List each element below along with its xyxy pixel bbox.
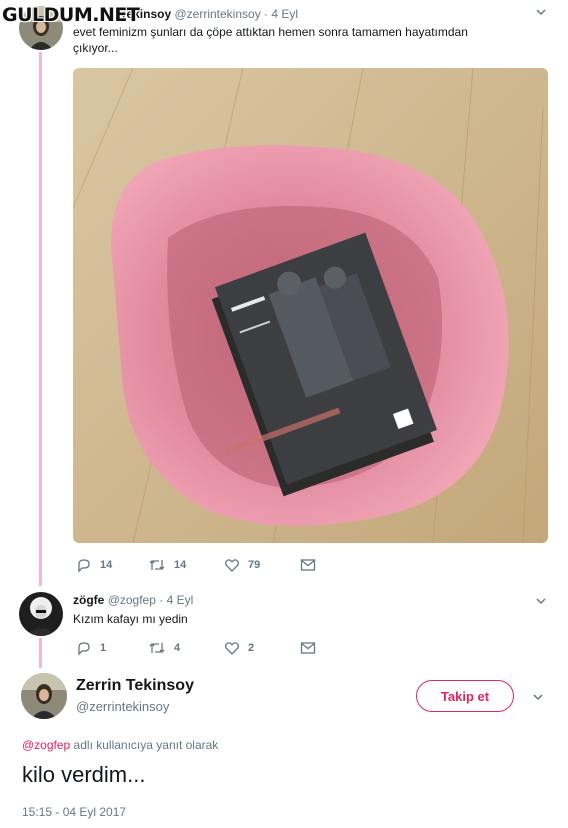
author-handle[interactable]: @zerrintekinsoy xyxy=(174,7,260,21)
tweet-header: Tekinsoy @zerrintekinsoy · 4 Eyl xyxy=(120,7,298,21)
like-button[interactable]: 2 xyxy=(224,640,300,656)
message-button[interactable] xyxy=(300,558,316,572)
tweet-text: kilo verdim... xyxy=(22,762,146,787)
avatar[interactable] xyxy=(21,673,67,719)
like-count: 79 xyxy=(248,559,261,571)
reply-count: 14 xyxy=(100,559,113,571)
retweet-icon xyxy=(149,560,165,570)
heart-icon xyxy=(224,559,240,572)
tweet-timestamp[interactable]: 15:15 - 04 Eyl 2017 xyxy=(22,805,126,819)
tweet-text-line: çıkıyor... xyxy=(73,41,118,55)
tweet-header: zögfe @zogfep · 4 Eyl xyxy=(73,593,193,607)
envelope-icon xyxy=(300,559,316,571)
message-button[interactable] xyxy=(300,641,316,655)
chevron-down-icon[interactable] xyxy=(535,594,547,610)
heart-icon xyxy=(224,642,240,655)
tweet-text: Kızım kafayı mı yedin xyxy=(73,612,188,626)
retweet-button[interactable]: 4 xyxy=(148,640,224,656)
meta-separator: · xyxy=(159,593,164,607)
author-handle[interactable]: @zogfep xyxy=(108,593,156,607)
reply-count: 1 xyxy=(100,642,107,654)
thread-line xyxy=(39,638,42,668)
tweet-actions: 14 14 79 xyxy=(76,557,316,573)
tweet-photo[interactable] xyxy=(73,68,548,543)
reply-button[interactable]: 14 xyxy=(76,557,148,573)
retweet-icon xyxy=(149,643,165,653)
author-name[interactable]: zögfe xyxy=(73,593,104,607)
chevron-down-icon[interactable] xyxy=(535,5,547,21)
follow-button[interactable]: Takip et xyxy=(416,680,514,712)
author-name[interactable]: Zerrin Tekinsoy xyxy=(76,677,194,695)
meta-separator: · xyxy=(264,7,269,21)
watermark-logo: GULDUM.NET xyxy=(2,4,140,26)
retweet-count: 4 xyxy=(174,642,181,654)
reply-context: @zogfep adlı kullanıcıya yanıt olarak xyxy=(22,738,218,752)
reply-button[interactable]: 1 xyxy=(76,640,148,656)
retweet-count: 14 xyxy=(174,559,187,571)
author-handle[interactable]: @zerrintekinsoy xyxy=(76,699,169,714)
reply-icon xyxy=(78,559,90,573)
tweet-date[interactable]: 4 Eyl xyxy=(167,593,194,607)
like-button[interactable]: 79 xyxy=(224,557,300,573)
tweet-actions: 1 4 2 xyxy=(76,640,316,656)
reply-icon xyxy=(78,642,90,656)
retweet-button[interactable]: 14 xyxy=(148,557,224,573)
reply-to-link[interactable]: @zogfep xyxy=(22,738,70,752)
tweet-date[interactable]: 4 Eyl xyxy=(271,7,298,21)
like-count: 2 xyxy=(248,642,255,654)
envelope-icon xyxy=(300,642,316,654)
avatar[interactable] xyxy=(19,592,63,636)
thread-line xyxy=(39,52,42,586)
tweet-text: evet feminizm şunları da çöpe attıktan h… xyxy=(73,24,543,56)
tweet-text-line: evet feminizm şunları da çöpe attıktan h… xyxy=(73,25,468,39)
reply-to-text: adlı kullanıcıya yanıt olarak xyxy=(70,738,219,752)
chevron-down-icon[interactable] xyxy=(532,690,544,706)
